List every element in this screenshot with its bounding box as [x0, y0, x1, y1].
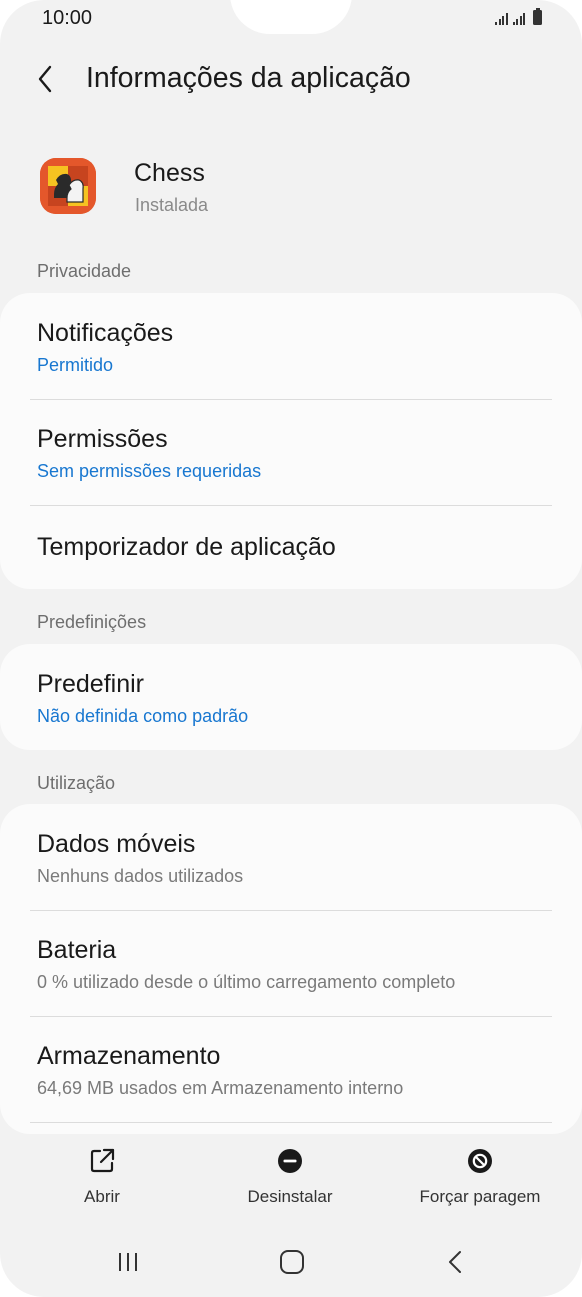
- status-icons: [495, 8, 542, 25]
- row-app-timer[interactable]: Temporizador de aplicação: [0, 505, 582, 589]
- section-label-defaults: Predefinições: [37, 612, 147, 632]
- home-button[interactable]: [272, 1246, 312, 1278]
- row-title: Notificações: [37, 319, 174, 347]
- row-storage[interactable]: Armazenamento 64,69 MB usados em Armazen…: [0, 1016, 582, 1122]
- home-icon: [280, 1250, 304, 1274]
- usage-card: Dados móveis Nenhuns dados utilizados Ba…: [0, 804, 582, 1134]
- row-subtitle: Não definida como padrão: [37, 706, 249, 726]
- back-button[interactable]: [30, 60, 66, 100]
- privacy-card: Notificações Permitido Permissões Sem pe…: [0, 293, 582, 589]
- status-time: 10:00: [42, 7, 93, 29]
- action-label: Abrir: [84, 1187, 120, 1206]
- system-nav-bar: [0, 1232, 582, 1292]
- row-mobile-data[interactable]: Dados móveis Nenhuns dados utilizados: [0, 804, 582, 910]
- row-subtitle: 0 % utilizado desde o último carregament…: [37, 972, 456, 992]
- app-name: Chess: [134, 159, 205, 187]
- open-button[interactable]: Abrir: [52, 1135, 152, 1225]
- divider: [30, 1122, 552, 1123]
- minus-circle-icon: [278, 1149, 302, 1173]
- app-bar: Informações da aplicação: [0, 50, 582, 110]
- row-permissions[interactable]: Permissões Sem permissões requeridas: [0, 399, 582, 505]
- action-label: Forçar paragem: [419, 1187, 541, 1206]
- row-battery[interactable]: Bateria 0 % utilizado desde o último car…: [0, 910, 582, 1016]
- camera-notch: [230, 0, 352, 34]
- uninstall-button[interactable]: Desinstalar: [230, 1135, 350, 1225]
- row-title: Predefinir: [37, 670, 144, 698]
- row-title: Temporizador de aplicação: [37, 533, 336, 561]
- defaults-card: Predefinir Não definida como padrão: [0, 644, 582, 750]
- row-set-default[interactable]: Predefinir Não definida como padrão: [0, 644, 582, 750]
- recents-button[interactable]: [108, 1246, 148, 1278]
- app-install-status: Instalada: [135, 195, 209, 215]
- row-title: Armazenamento: [37, 1042, 221, 1070]
- row-title: Bateria: [37, 936, 117, 964]
- signal-icon: [512, 11, 525, 25]
- chess-app-icon: [40, 158, 96, 214]
- signal-icon: [495, 11, 508, 25]
- recents-icon: [119, 1253, 137, 1271]
- status-bar: 10:00: [0, 0, 582, 40]
- row-subtitle: Nenhuns dados utilizados: [37, 866, 244, 886]
- phone-screen: 10:00 Informações da aplicação Chess Ins…: [0, 0, 582, 1297]
- row-subtitle: 64,69 MB usados em Armazenamento interno: [37, 1078, 404, 1098]
- app-info-header: Chess Instalada: [0, 140, 582, 240]
- battery-icon: [533, 8, 542, 25]
- page-title: Informações da aplicação: [86, 62, 411, 94]
- row-subtitle: Sem permissões requeridas: [37, 461, 262, 481]
- back-icon: [449, 1251, 461, 1273]
- row-subtitle: Permitido: [37, 355, 114, 375]
- action-label: Desinstalar: [247, 1187, 333, 1206]
- open-external-icon: [90, 1148, 115, 1173]
- bottom-action-bar: Abrir Desinstalar Forçar paragem: [0, 1135, 582, 1225]
- row-notifications[interactable]: Notificações Permitido: [0, 293, 582, 399]
- section-label-usage: Utilização: [37, 773, 116, 793]
- row-title: Permissões: [37, 425, 168, 453]
- force-stop-button[interactable]: Forçar paragem: [410, 1135, 550, 1225]
- row-title: Dados móveis: [37, 830, 196, 858]
- section-label-privacy: Privacidade: [37, 261, 132, 281]
- block-icon: [468, 1149, 492, 1173]
- nav-back-button[interactable]: [436, 1246, 476, 1278]
- chevron-left-icon: [38, 65, 52, 93]
